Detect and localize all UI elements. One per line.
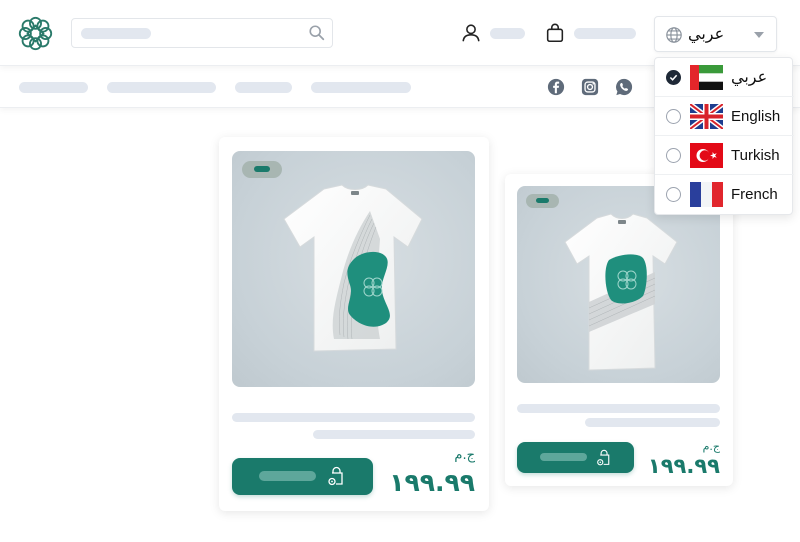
language-option-turkish[interactable]: Turkish xyxy=(655,136,794,175)
nav-item-placeholder[interactable] xyxy=(311,82,411,93)
chevron-down-icon xyxy=(754,32,764,38)
product-subtitle-placeholder xyxy=(585,418,720,427)
product-badge xyxy=(526,194,559,208)
language-option-label: عربي xyxy=(731,69,768,86)
user-icon[interactable] xyxy=(460,22,482,44)
language-option-french[interactable]: French xyxy=(655,175,794,214)
search-input[interactable] xyxy=(71,18,333,48)
uk-flag-icon xyxy=(690,104,723,129)
language-option-label: Turkish xyxy=(731,147,780,164)
language-option-english[interactable]: English xyxy=(655,97,794,136)
whatsapp-icon[interactable] xyxy=(615,78,633,96)
shopping-bag-icon[interactable] xyxy=(544,22,566,44)
language-dropdown: عربي English Turkish French xyxy=(654,57,794,215)
account-label-placeholder[interactable] xyxy=(490,28,525,39)
nav-item-placeholder[interactable] xyxy=(19,82,88,93)
knot-logo-icon[interactable] xyxy=(17,15,54,52)
tshirt-image xyxy=(564,213,678,371)
product-title-placeholder xyxy=(232,413,475,422)
radio-unchecked-icon[interactable] xyxy=(666,109,681,124)
add-to-cart-bag-icon xyxy=(328,466,343,486)
language-selector[interactable]: عربي xyxy=(654,16,777,52)
currency-label: ج.م xyxy=(702,440,720,453)
add-to-cart-button[interactable] xyxy=(232,458,373,495)
store-page: عربي ج.م ١٩٩.٩٩ ج.م ١٩٩.٩٩ عربي English … xyxy=(0,0,800,542)
product-card[interactable]: ج.م ١٩٩.٩٩ xyxy=(219,137,489,511)
currency-label: ج.م xyxy=(454,448,475,463)
radio-checked-icon[interactable] xyxy=(666,70,681,85)
nav-item-placeholder[interactable] xyxy=(107,82,216,93)
product-badge xyxy=(242,161,282,178)
facebook-icon[interactable] xyxy=(547,78,565,96)
uae-flag-icon xyxy=(690,65,723,90)
add-to-cart-bag-icon xyxy=(597,449,610,466)
globe-icon xyxy=(666,27,682,43)
add-to-cart-button[interactable] xyxy=(517,442,634,473)
radio-unchecked-icon[interactable] xyxy=(666,187,681,202)
nav-item-placeholder[interactable] xyxy=(235,82,292,93)
language-option-label: English xyxy=(731,108,781,125)
radio-unchecked-icon[interactable] xyxy=(666,148,681,163)
product-price: ١٩٩.٩٩ xyxy=(647,454,720,478)
cart-label-placeholder[interactable] xyxy=(574,28,636,39)
language-option-arabic[interactable]: عربي xyxy=(655,58,794,97)
product-image[interactable] xyxy=(517,186,720,383)
product-subtitle-placeholder xyxy=(313,430,475,439)
selected-language: عربي xyxy=(688,26,725,43)
product-title-placeholder xyxy=(517,404,720,413)
instagram-icon[interactable] xyxy=(581,78,599,96)
product-card[interactable]: ج.م ١٩٩.٩٩ xyxy=(505,174,733,486)
product-image[interactable] xyxy=(232,151,475,387)
search-icon[interactable] xyxy=(308,24,326,42)
language-option-label: French xyxy=(731,186,778,203)
turkey-flag-icon xyxy=(690,143,723,168)
search-placeholder xyxy=(81,28,151,39)
france-flag-icon xyxy=(690,182,723,207)
product-price: ١٩٩.٩٩ xyxy=(389,468,475,497)
tshirt-image xyxy=(283,184,423,352)
